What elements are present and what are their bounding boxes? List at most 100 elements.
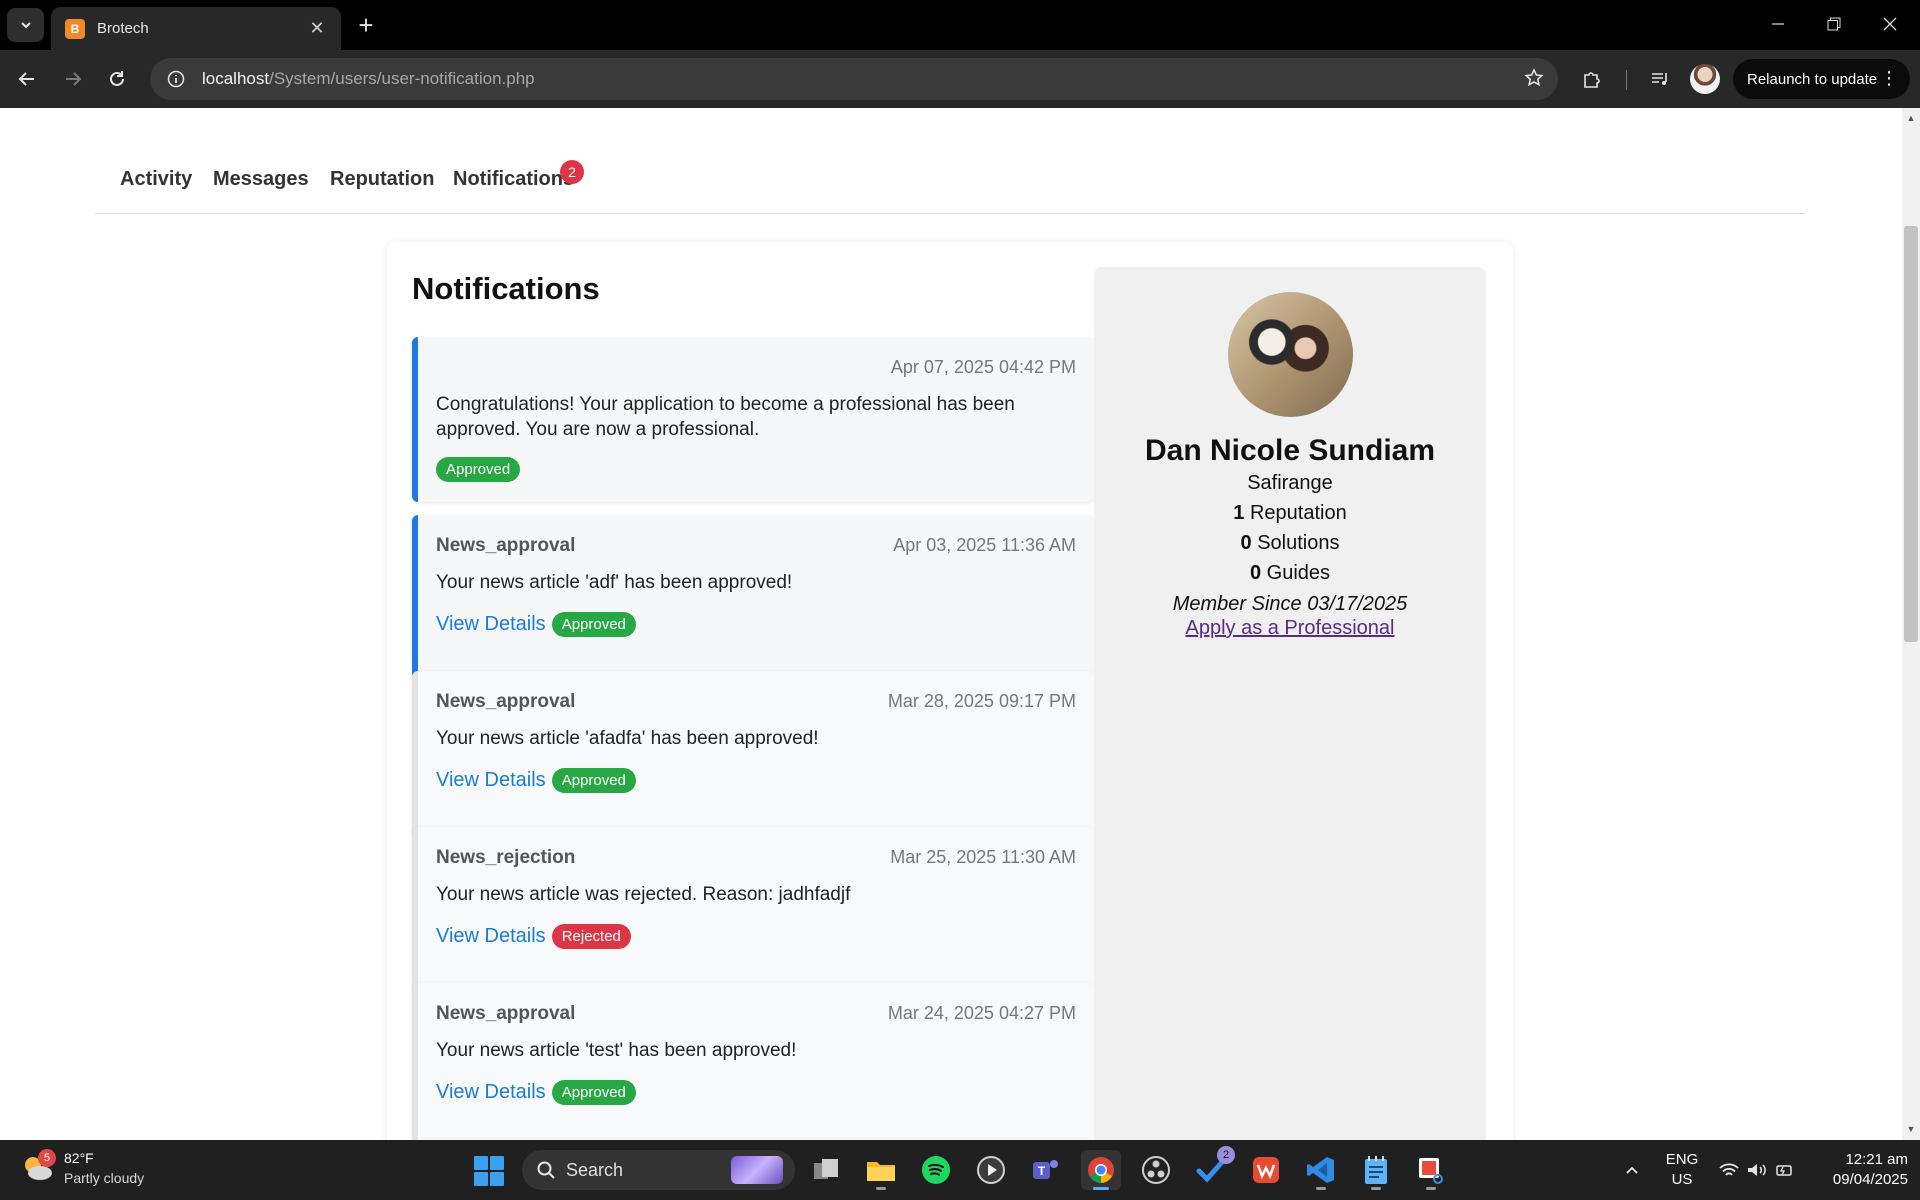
- site-info-icon[interactable]: [164, 67, 188, 91]
- show-hidden-icons-button[interactable]: [1620, 1150, 1644, 1190]
- system-tray-status[interactable]: [1715, 1150, 1799, 1190]
- address-bar[interactable]: localhost/System/users/user-notification…: [150, 58, 1558, 100]
- notification-item: News_approval Mar 24, 2025 04:27 PM Your…: [412, 983, 1094, 1140]
- spotify-icon: [922, 1156, 950, 1184]
- volume-icon: [1748, 1164, 1766, 1176]
- status-badge: Rejected: [551, 924, 631, 949]
- play-circle-icon: [977, 1156, 1005, 1184]
- close-tab-icon[interactable]: ✕: [307, 18, 327, 39]
- bookmark-star-icon[interactable]: [1524, 68, 1544, 93]
- obs-app[interactable]: [1136, 1150, 1176, 1190]
- taskbar-clock[interactable]: 12:21 am 09/04/2025: [1808, 1150, 1908, 1190]
- notification-item: News_approval Mar 28, 2025 09:17 PM Your…: [412, 671, 1094, 836]
- reputation-label: Reputation: [1249, 502, 1347, 524]
- taskbar-search[interactable]: Search: [522, 1150, 795, 1190]
- notification-date: Apr 03, 2025 11:36 AM: [893, 535, 1076, 555]
- back-button[interactable]: [10, 62, 44, 96]
- notification-actions: View Details Approved: [436, 768, 636, 793]
- page-title: Notifications: [412, 271, 600, 306]
- todo-app[interactable]: 2: [1191, 1146, 1235, 1190]
- todo-badge: 2: [1217, 1146, 1235, 1164]
- teams-app[interactable]: T: [1026, 1150, 1066, 1190]
- clock-date: 09/04/2025: [1832, 1171, 1908, 1188]
- weather-description: Partly cloudy: [64, 1170, 145, 1186]
- obs-icon: [1142, 1156, 1170, 1184]
- tab-search-button[interactable]: [7, 8, 44, 42]
- avatar: [1228, 292, 1353, 417]
- view-details-link[interactable]: View Details: [436, 925, 546, 948]
- site-favicon-icon: B: [65, 18, 85, 39]
- view-details-link[interactable]: View Details: [436, 1081, 546, 1104]
- folder-icon: [867, 1162, 895, 1181]
- tab-reputation[interactable]: Reputation: [330, 168, 434, 191]
- battery-charging-icon: [1776, 1165, 1792, 1176]
- tab-title: Brotech: [97, 20, 149, 37]
- minimize-icon: [1772, 23, 1784, 25]
- close-window-button[interactable]: [1862, 6, 1918, 42]
- notification-message: Your news article 'adf' has been approve…: [436, 572, 793, 593]
- notepad-app[interactable]: [1356, 1150, 1396, 1190]
- start-button[interactable]: [474, 1156, 504, 1186]
- view-details-link[interactable]: View Details: [436, 613, 546, 636]
- reload-button[interactable]: [100, 62, 134, 96]
- guides-label: Guides: [1266, 562, 1331, 584]
- web-page: Activity Messages Reputation Notificatio…: [0, 108, 1902, 1140]
- wifi-icon: [1719, 1163, 1739, 1176]
- scroll-down-icon[interactable]: ▼: [1906, 1124, 1916, 1134]
- apply-professional-link[interactable]: Apply as a Professional: [1185, 617, 1394, 639]
- vscode-icon: [1307, 1157, 1334, 1183]
- notification-message: Your news article 'test' has been approv…: [436, 1040, 797, 1061]
- input-language-indicator[interactable]: ENG US: [1662, 1150, 1702, 1190]
- scrollbar-thumb[interactable]: [1904, 226, 1918, 642]
- notepad-icon: [1365, 1156, 1387, 1184]
- solutions-label: Solutions: [1257, 532, 1340, 554]
- task-view-app[interactable]: [806, 1150, 846, 1190]
- teams-icon: T: [1033, 1160, 1058, 1179]
- reputation-count: 1: [1233, 502, 1245, 524]
- extensions-button[interactable]: [1575, 62, 1609, 96]
- wps-icon: [1253, 1157, 1279, 1183]
- chevron-up-icon: [1626, 1166, 1638, 1174]
- puzzle-icon: [1584, 72, 1600, 88]
- notification-item: News_approval Apr 03, 2025 11:36 AM Your…: [412, 515, 1094, 680]
- solutions-count: 0: [1240, 532, 1252, 554]
- media-player-app[interactable]: [971, 1150, 1011, 1190]
- weather-badge: 5: [38, 1149, 56, 1167]
- notification-actions: View Details Approved: [436, 612, 636, 637]
- notifications-count-badge: 2: [560, 160, 584, 184]
- restore-button[interactable]: [1806, 6, 1862, 42]
- browser-tabstrip: B Brotech ✕ +: [0, 0, 1920, 50]
- notification-actions: View Details Rejected: [436, 924, 631, 949]
- file-explorer-app[interactable]: [861, 1150, 901, 1190]
- snipping-tool-app[interactable]: [1411, 1150, 1451, 1190]
- user-full-name: Dan Nicole Sundiam: [1144, 434, 1436, 467]
- vscode-app[interactable]: [1301, 1150, 1341, 1190]
- chrome-app[interactable]: [1081, 1150, 1121, 1190]
- minimize-button[interactable]: [1750, 6, 1806, 42]
- view-details-link[interactable]: View Details: [436, 769, 546, 792]
- weather-widget[interactable]: 5 82°F Partly cloudy: [20, 1148, 144, 1188]
- forward-button[interactable]: [56, 62, 90, 96]
- guides-count: 0: [1249, 562, 1262, 584]
- tab-messages[interactable]: Messages: [213, 168, 309, 191]
- arrow-right-icon: [66, 72, 82, 86]
- reload-icon: [110, 71, 124, 86]
- more-options-icon[interactable]: ⋮: [1880, 68, 1898, 89]
- url-host: localhost: [202, 69, 270, 88]
- relaunch-to-update-button[interactable]: Relaunch to update ⋮: [1733, 59, 1910, 99]
- spotify-app[interactable]: [916, 1150, 956, 1190]
- notification-message: Your news article was rejected. Reason: …: [436, 884, 851, 905]
- chevron-down-icon: [20, 22, 31, 29]
- tab-activity[interactable]: Activity: [120, 168, 192, 191]
- new-tab-button[interactable]: +: [352, 10, 380, 40]
- apply-professional-container: Apply as a Professional: [1094, 617, 1486, 640]
- media-controls-button[interactable]: [1643, 62, 1677, 96]
- tab-notifications[interactable]: Notifications: [453, 168, 574, 191]
- scroll-up-icon[interactable]: ▲: [1906, 113, 1916, 123]
- browser-tab[interactable]: B Brotech ✕: [51, 7, 341, 50]
- profile-avatar-button[interactable]: [1690, 64, 1720, 94]
- wps-office-app[interactable]: [1246, 1150, 1286, 1190]
- clock-time: 12:21 am: [1845, 1151, 1908, 1168]
- browser-toolbar: localhost/System/users/user-notification…: [0, 50, 1920, 108]
- notification-date: Apr 07, 2025 04:42 PM: [890, 357, 1076, 377]
